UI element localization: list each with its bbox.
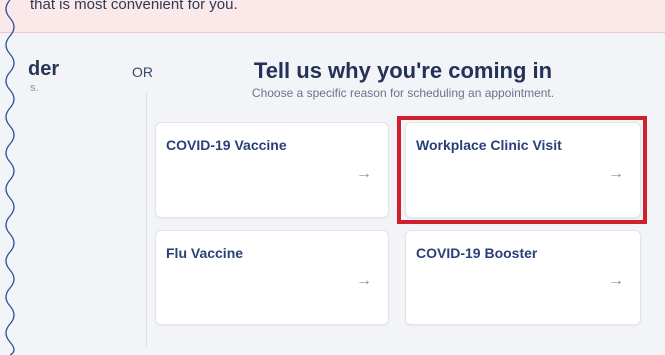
reason-card-label: COVID-19 Vaccine <box>166 137 287 153</box>
arrow-right-icon: → <box>356 165 372 182</box>
torn-edge-decoration <box>5 0 15 355</box>
reasons-title: Tell us why you're coming in <box>253 58 553 83</box>
reason-card-label: Flu Vaccine <box>166 245 244 261</box>
banner-text: that is most convenient for you. <box>30 0 238 13</box>
vertical-divider <box>146 92 147 347</box>
left-panel-subtext: s. <box>30 82 39 94</box>
reason-card-workplace-clinic-visit[interactable]: Workplace Clinic Visit → <box>405 122 641 218</box>
reason-card-covid-vaccine[interactable]: COVID-19 Vaccine → <box>155 122 389 218</box>
left-panel-heading: der <box>28 58 60 80</box>
reason-card-label: Workplace Clinic Visit <box>416 137 562 153</box>
arrow-right-icon: → <box>608 272 624 289</box>
arrow-right-icon: → <box>356 272 372 289</box>
alert-banner: that is most convenient for you. <box>0 0 665 33</box>
arrow-right-icon: → <box>608 165 624 182</box>
reasons-subtitle: Choose a specific reason for scheduling … <box>251 86 555 100</box>
reason-card-flu-vaccine[interactable]: Flu Vaccine → <box>155 230 389 325</box>
reason-card-covid-booster[interactable]: COVID-19 Booster → <box>405 230 641 325</box>
reason-card-label: COVID-19 Booster <box>416 245 538 261</box>
